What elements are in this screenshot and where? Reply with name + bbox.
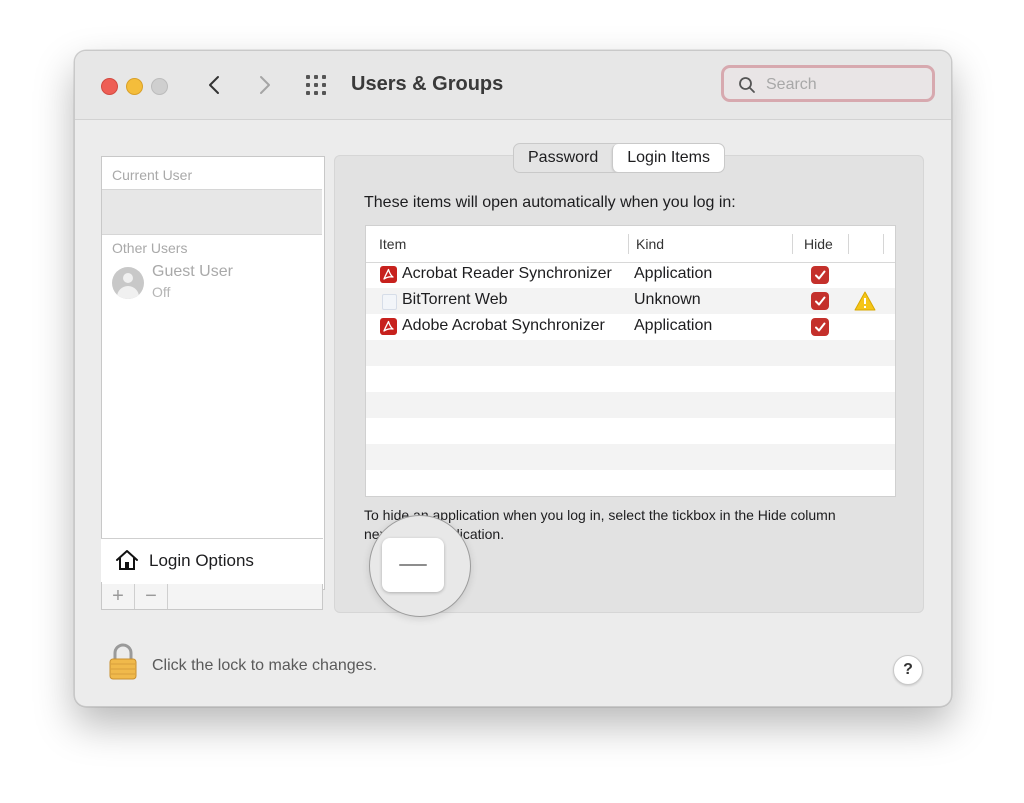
column-header-kind[interactable]: Kind bbox=[636, 236, 664, 252]
item-name: BitTorrent Web bbox=[402, 291, 508, 308]
tab-password[interactable]: Password bbox=[514, 144, 612, 172]
checkmark-icon bbox=[815, 322, 826, 332]
lock-icon[interactable] bbox=[108, 643, 138, 681]
empty-row bbox=[366, 366, 895, 392]
pdf-icon bbox=[380, 318, 397, 335]
tab-login-items[interactable]: Login Items bbox=[612, 144, 724, 172]
guest-user-status: Off bbox=[152, 284, 171, 300]
login-options-item[interactable]: Login Options bbox=[101, 538, 323, 582]
zoom-window-button[interactable] bbox=[151, 78, 168, 95]
hide-checkbox[interactable] bbox=[811, 318, 829, 336]
warning-icon bbox=[854, 291, 876, 311]
checkmark-icon bbox=[815, 270, 826, 280]
empty-row bbox=[366, 470, 895, 496]
column-header-item[interactable]: Item bbox=[379, 236, 406, 252]
remove-user-button[interactable]: − bbox=[135, 584, 168, 609]
table-header: Item Kind Hide bbox=[366, 226, 895, 263]
item-kind: Application bbox=[634, 317, 713, 334]
empty-row bbox=[366, 444, 895, 470]
house-icon bbox=[116, 550, 138, 570]
add-user-button[interactable]: + bbox=[102, 584, 135, 609]
magnifier-callout bbox=[369, 515, 471, 617]
users-sidebar: Current User Other Users Guest User Off bbox=[101, 156, 325, 590]
other-users-header: Other Users bbox=[112, 240, 188, 256]
chevron-right-icon bbox=[260, 76, 270, 94]
table-row[interactable]: BitTorrent Web Unknown bbox=[366, 288, 895, 314]
item-kind: Unknown bbox=[634, 291, 701, 308]
login-options-label: Login Options bbox=[149, 551, 254, 570]
search-icon bbox=[739, 77, 755, 93]
search-field[interactable] bbox=[721, 65, 935, 102]
minus-icon bbox=[399, 564, 427, 566]
chevron-left-icon bbox=[209, 76, 219, 94]
minimize-window-button[interactable] bbox=[126, 78, 143, 95]
system-preferences-window: Users & Groups Current User Other Users … bbox=[74, 50, 952, 707]
table-row[interactable]: Acrobat Reader Synchronizer Application bbox=[366, 262, 895, 288]
item-kind: Application bbox=[634, 265, 713, 282]
empty-row bbox=[366, 340, 895, 366]
login-items-table: Item Kind Hide Acrobat Reader Synchroniz… bbox=[365, 225, 896, 497]
generic-app-icon bbox=[382, 294, 397, 310]
pdf-icon bbox=[380, 266, 397, 283]
search-input[interactable] bbox=[764, 73, 928, 97]
remove-login-item-button[interactable] bbox=[382, 538, 444, 592]
lock-status-text[interactable]: Click the lock to make changes. bbox=[152, 657, 377, 675]
item-name: Adobe Acrobat Synchronizer bbox=[402, 317, 605, 334]
column-header-hide[interactable]: Hide bbox=[804, 236, 833, 252]
current-user-row[interactable] bbox=[102, 189, 322, 235]
help-button[interactable]: ? bbox=[893, 655, 923, 685]
show-all-grid-button[interactable] bbox=[304, 73, 332, 97]
empty-row bbox=[366, 392, 895, 418]
guest-user-avatar-icon bbox=[112, 267, 144, 299]
guest-user-name[interactable]: Guest User bbox=[152, 263, 233, 281]
window-title: Users & Groups bbox=[351, 73, 504, 95]
empty-row bbox=[366, 418, 895, 444]
hide-checkbox[interactable] bbox=[811, 266, 829, 284]
sidebar-button-bar: + − bbox=[101, 584, 323, 610]
hide-checkbox[interactable] bbox=[811, 292, 829, 310]
checkmark-icon bbox=[815, 296, 826, 306]
forward-button[interactable] bbox=[251, 71, 279, 99]
tab-bar: Password Login Items bbox=[513, 143, 725, 173]
back-button[interactable] bbox=[200, 71, 228, 99]
table-row[interactable]: Adobe Acrobat Synchronizer Application bbox=[366, 314, 895, 340]
title-bar: Users & Groups bbox=[75, 51, 951, 120]
login-items-heading: These items will open automatically when… bbox=[364, 194, 736, 211]
close-window-button[interactable] bbox=[101, 78, 118, 95]
current-user-header: Current User bbox=[112, 167, 193, 183]
item-name: Acrobat Reader Synchronizer bbox=[402, 265, 612, 282]
